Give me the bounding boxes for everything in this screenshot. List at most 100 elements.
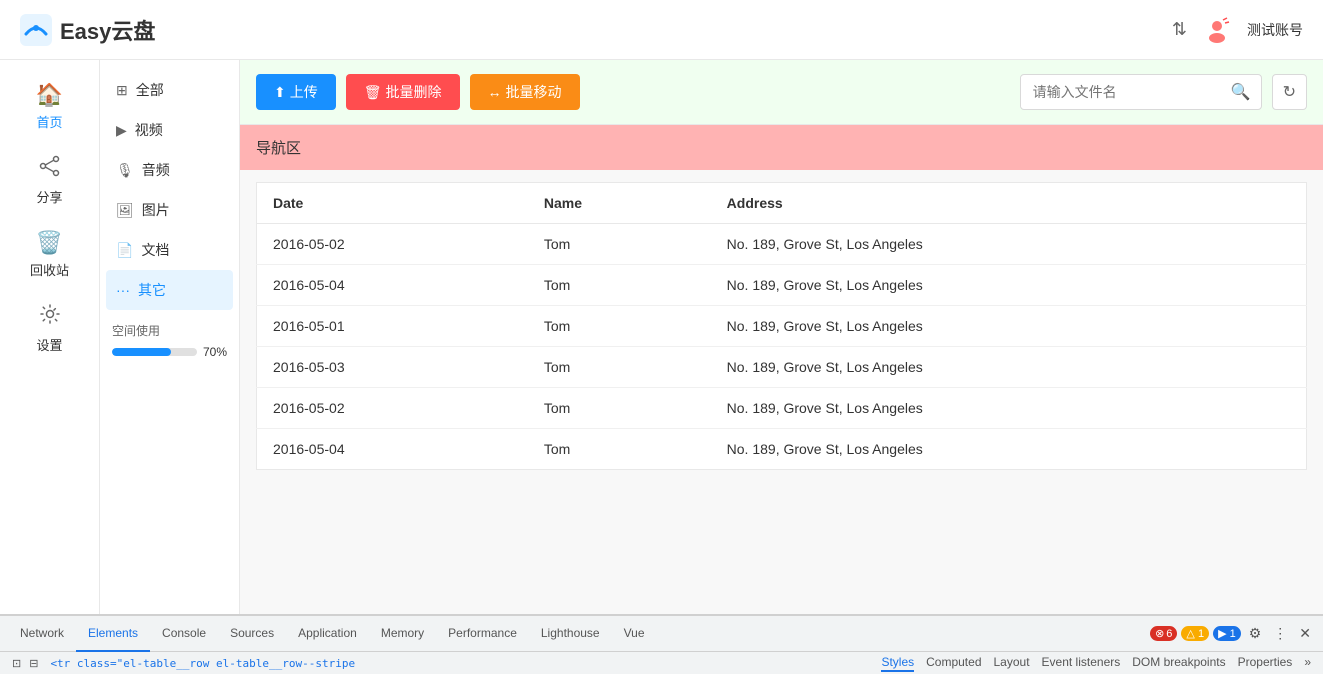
cell-date: 2016-05-01 xyxy=(257,306,528,347)
col-name: Name xyxy=(528,183,711,224)
table-row: 2016-05-03 Tom No. 189, Grove St, Los An… xyxy=(257,347,1307,388)
search-button[interactable]: 🔍 xyxy=(1221,75,1261,109)
nav-label: 导航区 xyxy=(256,140,301,157)
sidebar: 🏠 首页 分享 🗑️ 回收站 设置 xyxy=(0,60,100,614)
col-date: Date xyxy=(257,183,528,224)
devtools-settings-btn[interactable]: ⚙ xyxy=(1245,621,1266,646)
cell-name: Tom xyxy=(528,388,711,429)
logo: Easy云盘 xyxy=(20,14,155,46)
sub-item-video-label: 视频 xyxy=(135,120,163,140)
devtools-close-btn[interactable]: ✕ xyxy=(1295,621,1315,646)
space-label: 空间使用 xyxy=(112,322,227,339)
col-address: Address xyxy=(711,183,1307,224)
devtab-console[interactable]: Console xyxy=(150,616,218,652)
sidebar-label-home: 首页 xyxy=(36,112,62,131)
search-box: 🔍 xyxy=(1020,74,1262,110)
image-icon: 🖼 xyxy=(116,202,134,219)
devtab-network[interactable]: Network xyxy=(8,616,76,652)
cell-date: 2016-05-04 xyxy=(257,265,528,306)
table-wrapper: Date Name Address 2016-05-02 Tom No. 189… xyxy=(240,170,1323,614)
cell-name: Tom xyxy=(528,429,711,470)
upload-label: 上传 xyxy=(290,82,318,102)
batch-delete-button[interactable]: 🗑 批量删除 xyxy=(346,74,460,110)
cell-address: No. 189, Grove St, Los Angeles xyxy=(711,429,1307,470)
devtab-lighthouse[interactable]: Lighthouse xyxy=(529,616,612,652)
devtab-elements[interactable]: Elements xyxy=(76,616,150,652)
cell-address: No. 189, Grove St, Los Angeles xyxy=(711,388,1307,429)
sub-item-image-label: 图片 xyxy=(142,200,170,220)
upload-icon: ⬆ xyxy=(274,84,286,101)
panel-styles[interactable]: Styles xyxy=(881,655,914,672)
sort-icon[interactable]: ⇅ xyxy=(1172,19,1187,40)
devtools-tabs: Network Elements Console Sources Applica… xyxy=(0,616,1323,652)
settings-icon xyxy=(39,303,61,331)
table-row: 2016-05-02 Tom No. 189, Grove St, Los An… xyxy=(257,388,1307,429)
sidebar-item-home[interactable]: 🏠 首页 xyxy=(0,70,99,143)
sub-item-image[interactable]: 🖼 图片 xyxy=(100,190,239,230)
table-row: 2016-05-04 Tom No. 189, Grove St, Los An… xyxy=(257,265,1307,306)
devtools-cursor-icons: ⊡ ⊟ xyxy=(12,657,38,670)
sub-item-video[interactable]: ▶ 视频 xyxy=(100,110,239,150)
cell-date: 2016-05-02 xyxy=(257,224,528,265)
panel-dom-breakpoints[interactable]: DOM breakpoints xyxy=(1132,655,1225,672)
toolbar: ⬆ 上传 🗑 批量删除 ↔ 批量移动 🔍 ↻ xyxy=(240,60,1323,125)
logo-text: Easy云盘 xyxy=(60,14,155,46)
home-icon: 🏠 xyxy=(36,82,63,108)
sub-sidebar: ⊞ 全部 ▶ 视频 🎙 音频 🖼 图片 📄 文档 ··· 其它 空间使用 xyxy=(100,60,240,614)
panel-computed[interactable]: Computed xyxy=(926,655,981,672)
batch-move-button[interactable]: ↔ 批量移动 xyxy=(470,74,580,110)
devtab-vue[interactable]: Vue xyxy=(612,616,657,652)
devtools-more-btn[interactable]: ⋮ xyxy=(1269,621,1291,646)
panel-event-listeners[interactable]: Event listeners xyxy=(1042,655,1121,672)
info-badge: ▶ 1 xyxy=(1213,626,1241,641)
cell-name: Tom xyxy=(528,224,711,265)
sub-item-doc[interactable]: 📄 文档 xyxy=(100,230,239,270)
warn-badge: △ 1 xyxy=(1181,626,1209,641)
sub-item-other[interactable]: ··· 其它 xyxy=(106,270,233,310)
cell-address: No. 189, Grove St, Los Angeles xyxy=(711,265,1307,306)
devtools-bottom: ⊡ ⊟ <tr class="el-table__row el-table__r… xyxy=(0,652,1323,674)
space-bar xyxy=(112,348,197,356)
sidebar-label-share: 分享 xyxy=(36,187,62,206)
cell-date: 2016-05-02 xyxy=(257,388,528,429)
share-icon xyxy=(39,155,61,183)
data-table: Date Name Address 2016-05-02 Tom No. 189… xyxy=(256,182,1307,470)
refresh-button[interactable]: ↻ xyxy=(1272,74,1307,110)
panel-properties[interactable]: Properties xyxy=(1238,655,1293,672)
mobile-icon[interactable]: ⊟ xyxy=(29,657,38,670)
move-icon: ↔ xyxy=(488,84,502,100)
logo-icon xyxy=(20,14,52,46)
doc-icon: 📄 xyxy=(116,242,133,259)
devtools-panels: Styles Computed Layout Event listeners D… xyxy=(881,655,1311,672)
nav-area: 导航区 xyxy=(240,125,1323,170)
search-input[interactable] xyxy=(1021,77,1221,107)
sidebar-item-trash[interactable]: 🗑️ 回收站 xyxy=(0,218,99,291)
warn-count: 1 xyxy=(1198,628,1204,640)
table-row: 2016-05-02 Tom No. 189, Grove St, Los An… xyxy=(257,224,1307,265)
sidebar-item-settings[interactable]: 设置 xyxy=(0,291,99,366)
sub-item-audio[interactable]: 🎙 音频 xyxy=(100,150,239,190)
devtab-application[interactable]: Application xyxy=(286,616,369,652)
sidebar-item-share[interactable]: 分享 xyxy=(0,143,99,218)
all-icon: ⊞ xyxy=(116,82,128,99)
sub-item-all-label: 全部 xyxy=(136,80,164,100)
sidebar-label-trash: 回收站 xyxy=(30,260,69,279)
app-header: Easy云盘 ⇅ 测试账号 xyxy=(0,0,1323,60)
table-row: 2016-05-01 Tom No. 189, Grove St, Los An… xyxy=(257,306,1307,347)
sub-item-all[interactable]: ⊞ 全部 xyxy=(100,70,239,110)
panel-layout[interactable]: Layout xyxy=(994,655,1030,672)
cursor-icon[interactable]: ⊡ xyxy=(12,657,21,670)
upload-button[interactable]: ⬆ 上传 xyxy=(256,74,336,110)
other-icon: ··· xyxy=(116,282,130,298)
sub-item-audio-label: 音频 xyxy=(142,160,170,180)
devtab-sources[interactable]: Sources xyxy=(218,616,286,652)
sub-item-other-label: 其它 xyxy=(138,280,166,300)
error-count: 6 xyxy=(1166,628,1172,640)
cell-name: Tom xyxy=(528,265,711,306)
cell-name: Tom xyxy=(528,306,711,347)
space-bar-fill xyxy=(112,348,171,356)
panel-more[interactable]: » xyxy=(1304,655,1311,672)
sub-item-doc-label: 文档 xyxy=(141,240,169,260)
devtab-memory[interactable]: Memory xyxy=(369,616,436,652)
devtab-performance[interactable]: Performance xyxy=(436,616,529,652)
